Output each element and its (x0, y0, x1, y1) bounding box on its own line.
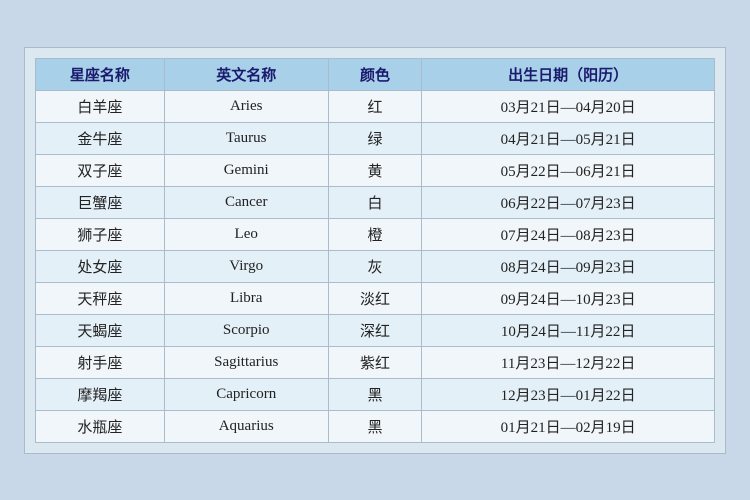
chinese-name: 天蝎座 (36, 314, 165, 346)
color-name: 深红 (328, 314, 422, 346)
chinese-name: 巨蟹座 (36, 186, 165, 218)
english-name: Leo (164, 218, 328, 250)
chinese-name: 摩羯座 (36, 378, 165, 410)
table-row: 白羊座Aries红03月21日—04月20日 (36, 90, 715, 122)
color-name: 紫红 (328, 346, 422, 378)
english-name: Libra (164, 282, 328, 314)
date-range: 06月22日—07月23日 (422, 186, 715, 218)
color-name: 黑 (328, 378, 422, 410)
color-name: 淡红 (328, 282, 422, 314)
chinese-name: 处女座 (36, 250, 165, 282)
color-name: 灰 (328, 250, 422, 282)
english-name: Scorpio (164, 314, 328, 346)
chinese-name: 狮子座 (36, 218, 165, 250)
date-range: 01月21日—02月19日 (422, 410, 715, 442)
chinese-name: 白羊座 (36, 90, 165, 122)
date-range: 09月24日—10月23日 (422, 282, 715, 314)
color-name: 黄 (328, 154, 422, 186)
header-chinese-name: 星座名称 (36, 58, 165, 90)
chinese-name: 天秤座 (36, 282, 165, 314)
date-range: 03月21日—04月20日 (422, 90, 715, 122)
table-row: 狮子座Leo橙07月24日—08月23日 (36, 218, 715, 250)
color-name: 白 (328, 186, 422, 218)
english-name: Aries (164, 90, 328, 122)
table-row: 天秤座Libra淡红09月24日—10月23日 (36, 282, 715, 314)
english-name: Virgo (164, 250, 328, 282)
table-row: 处女座Virgo灰08月24日—09月23日 (36, 250, 715, 282)
color-name: 橙 (328, 218, 422, 250)
header-dates: 出生日期（阳历） (422, 58, 715, 90)
date-range: 05月22日—06月21日 (422, 154, 715, 186)
english-name: Sagittarius (164, 346, 328, 378)
table-row: 射手座Sagittarius紫红11月23日—12月22日 (36, 346, 715, 378)
english-name: Cancer (164, 186, 328, 218)
table-row: 巨蟹座Cancer白06月22日—07月23日 (36, 186, 715, 218)
zodiac-table-container: 星座名称 英文名称 颜色 出生日期（阳历） 白羊座Aries红03月21日—04… (24, 47, 726, 454)
chinese-name: 射手座 (36, 346, 165, 378)
table-header-row: 星座名称 英文名称 颜色 出生日期（阳历） (36, 58, 715, 90)
date-range: 11月23日—12月22日 (422, 346, 715, 378)
date-range: 12月23日—01月22日 (422, 378, 715, 410)
english-name: Gemini (164, 154, 328, 186)
english-name: Aquarius (164, 410, 328, 442)
table-row: 水瓶座Aquarius黑01月21日—02月19日 (36, 410, 715, 442)
date-range: 08月24日—09月23日 (422, 250, 715, 282)
chinese-name: 水瓶座 (36, 410, 165, 442)
table-row: 金牛座Taurus绿04月21日—05月21日 (36, 122, 715, 154)
table-row: 天蝎座Scorpio深红10月24日—11月22日 (36, 314, 715, 346)
date-range: 10月24日—11月22日 (422, 314, 715, 346)
english-name: Taurus (164, 122, 328, 154)
chinese-name: 金牛座 (36, 122, 165, 154)
color-name: 绿 (328, 122, 422, 154)
date-range: 04月21日—05月21日 (422, 122, 715, 154)
table-row: 双子座Gemini黄05月22日—06月21日 (36, 154, 715, 186)
header-color: 颜色 (328, 58, 422, 90)
chinese-name: 双子座 (36, 154, 165, 186)
english-name: Capricorn (164, 378, 328, 410)
color-name: 红 (328, 90, 422, 122)
zodiac-table: 星座名称 英文名称 颜色 出生日期（阳历） 白羊座Aries红03月21日—04… (35, 58, 715, 443)
table-row: 摩羯座Capricorn黑12月23日—01月22日 (36, 378, 715, 410)
color-name: 黑 (328, 410, 422, 442)
header-english-name: 英文名称 (164, 58, 328, 90)
date-range: 07月24日—08月23日 (422, 218, 715, 250)
